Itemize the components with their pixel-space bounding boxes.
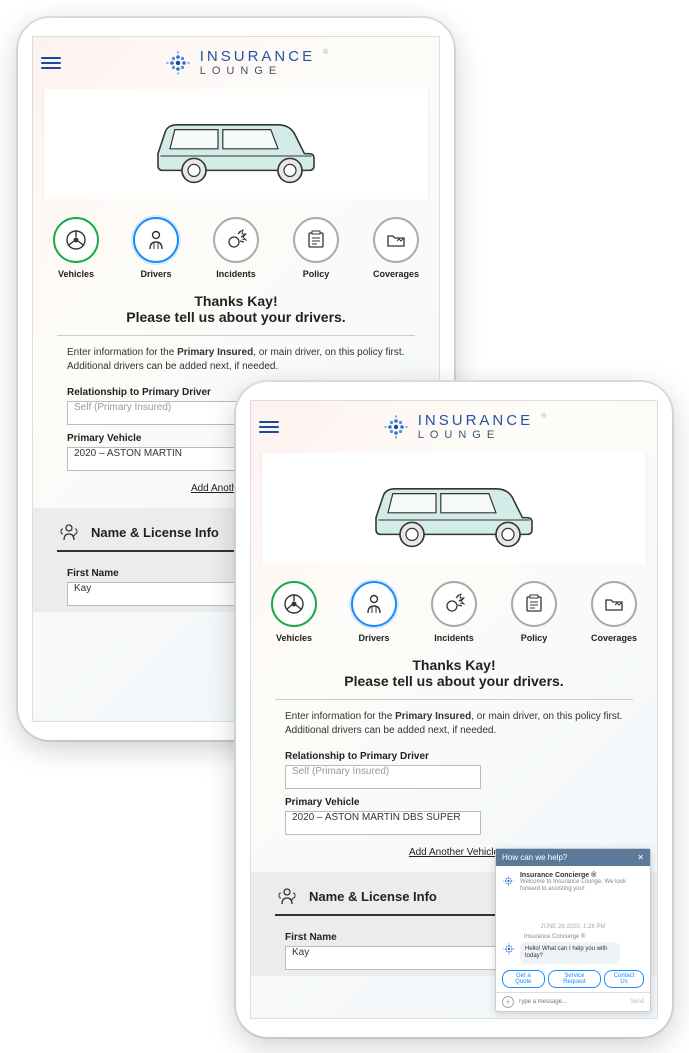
doc-icon bbox=[522, 592, 546, 616]
vehicle-label: Primary Vehicle bbox=[285, 797, 623, 808]
hero-vehicle bbox=[43, 89, 429, 199]
logo-icon bbox=[502, 872, 515, 890]
brand-line1: INSURANCE bbox=[418, 413, 533, 428]
step-drivers[interactable]: Drivers bbox=[125, 217, 187, 279]
logo-icon bbox=[164, 49, 192, 77]
plus-icon[interactable]: + bbox=[502, 996, 514, 1008]
step-drivers[interactable]: Drivers bbox=[343, 581, 405, 643]
tablet-front: INSURANCE LOUNGE ® Vehicles Drivers Inci… bbox=[236, 382, 672, 1037]
page-title: Thanks Kay! Please tell us about your dr… bbox=[45, 293, 427, 325]
chat-quick-replies: Get a Quote Service Request Contact Us bbox=[496, 966, 650, 992]
brand-logo[interactable]: INSURANCE LOUNGE ® bbox=[382, 413, 547, 441]
step-policy[interactable]: Policy bbox=[503, 581, 565, 643]
topbar: INSURANCE LOUNGE ® bbox=[33, 37, 439, 89]
headset-icon bbox=[57, 520, 81, 544]
folder-icon bbox=[602, 592, 626, 616]
driver-form: Relationship to Primary Driver Self (Pri… bbox=[285, 751, 623, 858]
chat-text-input[interactable] bbox=[518, 999, 626, 1005]
chat-message: Hello! What can I help you with today? bbox=[496, 940, 650, 966]
relationship-select[interactable]: Self (Primary Insured) bbox=[285, 765, 481, 789]
logo-icon bbox=[382, 413, 410, 441]
person-icon bbox=[362, 592, 386, 616]
vehicle-select[interactable]: 2020 – ASTON MARTIN DBS SUPER bbox=[285, 811, 481, 835]
relationship-label: Relationship to Primary Driver bbox=[285, 751, 623, 762]
logo-icon bbox=[502, 942, 516, 956]
person-icon bbox=[144, 228, 168, 252]
suv-illustration bbox=[364, 460, 544, 556]
chat-input-row: + Send bbox=[496, 992, 650, 1011]
suv-illustration bbox=[146, 96, 326, 192]
divider bbox=[275, 699, 633, 700]
wheel-icon bbox=[282, 592, 306, 616]
wizard-steps: Vehicles Drivers Incidents Policy Covera… bbox=[39, 217, 433, 279]
wizard-steps: Vehicles Drivers Incidents Policy Covera… bbox=[257, 581, 651, 643]
doc-icon bbox=[304, 228, 328, 252]
burst-icon bbox=[442, 592, 466, 616]
chat-btn-contact[interactable]: Contact Us bbox=[604, 970, 644, 988]
step-vehicles[interactable]: Vehicles bbox=[263, 581, 325, 643]
topbar: INSURANCE LOUNGE ® bbox=[251, 401, 657, 453]
brand-line2: LOUNGE bbox=[418, 430, 533, 441]
step-policy[interactable]: Policy bbox=[285, 217, 347, 279]
step-coverages[interactable]: Coverages bbox=[583, 581, 645, 643]
step-incidents[interactable]: Incidents bbox=[423, 581, 485, 643]
instructions: Enter information for the Primary Insure… bbox=[67, 346, 405, 373]
chat-btn-quote[interactable]: Get a Quote bbox=[502, 970, 545, 988]
divider bbox=[57, 335, 415, 336]
chat-widget: How can we help? ✕ Insurance Concierge ®… bbox=[495, 848, 651, 1012]
menu-icon[interactable] bbox=[41, 57, 61, 69]
chat-intro: Insurance Concierge ® Welcome to Insuran… bbox=[496, 866, 650, 899]
wheel-icon bbox=[64, 228, 88, 252]
step-coverages[interactable]: Coverages bbox=[365, 217, 427, 279]
chat-btn-service[interactable]: Service Request bbox=[548, 970, 601, 988]
brand-line2: LOUNGE bbox=[200, 66, 315, 77]
headset-icon bbox=[275, 884, 299, 908]
chat-header[interactable]: How can we help? ✕ bbox=[496, 849, 650, 866]
page-title: Thanks Kay! Please tell us about your dr… bbox=[263, 657, 645, 689]
burst-icon bbox=[224, 228, 248, 252]
reg-mark: ® bbox=[541, 413, 546, 420]
close-icon[interactable]: ✕ bbox=[637, 853, 644, 862]
step-incidents[interactable]: Incidents bbox=[205, 217, 267, 279]
screen-front: INSURANCE LOUNGE ® Vehicles Drivers Inci… bbox=[250, 400, 658, 1019]
hero-vehicle bbox=[261, 453, 647, 563]
step-vehicles[interactable]: Vehicles bbox=[45, 217, 107, 279]
chat-date: JUNE 26 2020, 1:28 PM bbox=[496, 924, 650, 930]
reg-mark: ® bbox=[323, 49, 328, 56]
brand-line1: INSURANCE bbox=[200, 49, 315, 64]
menu-icon[interactable] bbox=[259, 421, 279, 433]
chat-send-button[interactable]: Send bbox=[630, 999, 644, 1005]
instructions: Enter information for the Primary Insure… bbox=[285, 710, 623, 737]
folder-icon bbox=[384, 228, 408, 252]
brand-logo[interactable]: INSURANCE LOUNGE ® bbox=[164, 49, 329, 77]
